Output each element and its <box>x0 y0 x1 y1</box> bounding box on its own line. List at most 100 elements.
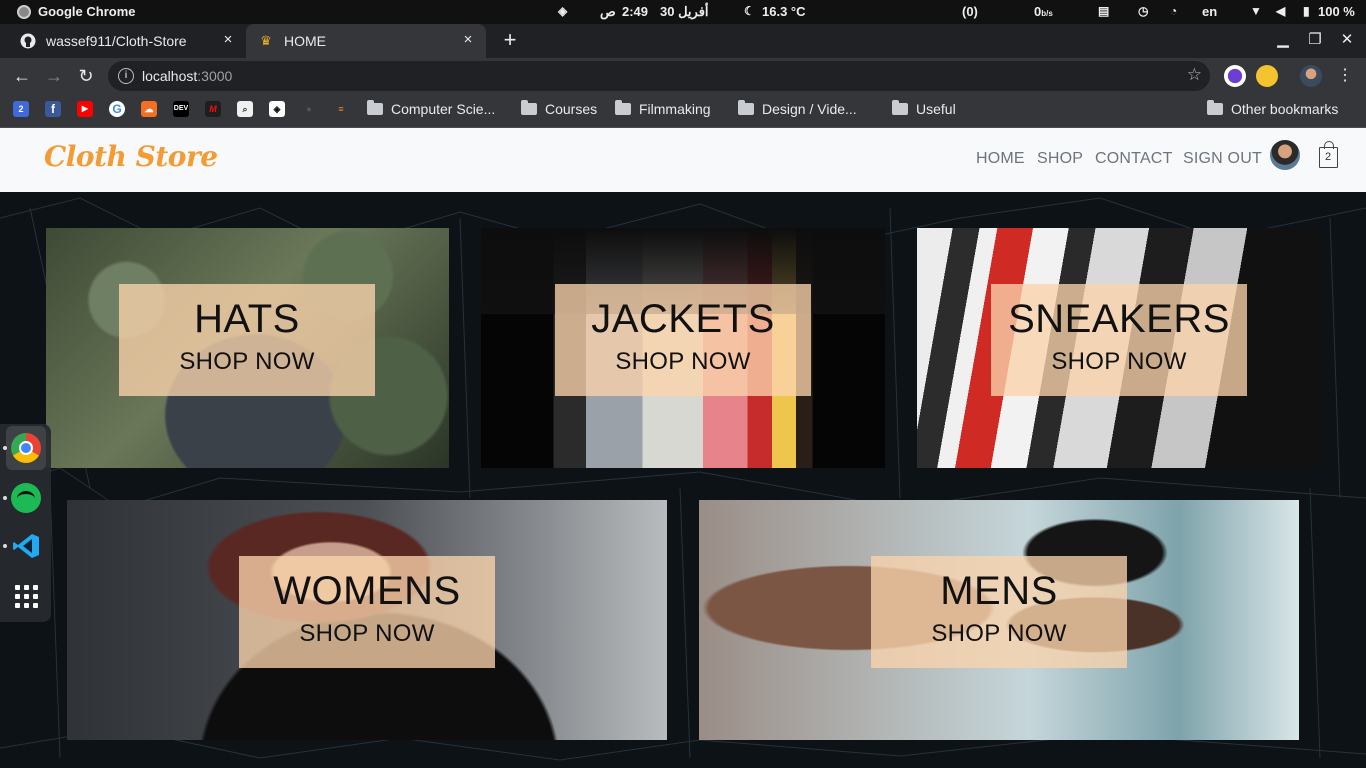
back-button[interactable]: ← <box>10 64 34 88</box>
site-info-icon[interactable]: i <box>118 68 134 84</box>
shop-now-link[interactable]: SHOP NOW <box>555 348 811 376</box>
chrome-icon <box>11 433 41 463</box>
os-top-bar: Google Chrome ◈ ص 2:49 أفريل 30 ☾ 16.3 °… <box>0 0 1366 24</box>
os-temperature[interactable]: 16.3 °C <box>762 4 806 19</box>
site-header: Cloth Store HOME SHOP CONTACT SIGN OUT 2 <box>0 128 1366 192</box>
youtube-bookmark-icon[interactable]: ▶ <box>77 101 93 117</box>
cart-bag-icon[interactable]: 2 <box>1319 141 1338 168</box>
bookmarks-bar: 2 f ▶ G ☁ DEV M ⌕ ◈ ● ≡ Computer Scie...… <box>0 94 1366 128</box>
category-label-box[interactable]: MENS SHOP NOW <box>871 556 1127 668</box>
chrome-app-icon <box>17 5 31 19</box>
dock-item-spotify[interactable] <box>3 476 46 520</box>
dev-bookmark-icon[interactable]: DEV <box>173 101 189 117</box>
codepen-bookmark-icon[interactable]: ◈ <box>269 101 285 117</box>
dock-item-chrome[interactable] <box>3 426 46 470</box>
bookmark-folder-filmmaking[interactable]: Filmmaking <box>615 100 711 117</box>
timer-icon[interactable]: ◷ <box>1138 4 1148 18</box>
dock-item-vscode[interactable] <box>3 524 46 568</box>
folder-icon <box>892 100 908 115</box>
battery-icon[interactable]: ▮ <box>1303 4 1310 18</box>
os-language[interactable]: en <box>1202 4 1217 19</box>
category-tile-jackets[interactable]: JACKETS SHOP NOW <box>481 228 885 468</box>
site-logo[interactable]: Cloth Store <box>44 140 218 173</box>
os-dock <box>0 424 51 622</box>
browser-toolbar: ← → ↻ i localhost:3000 ☆ ⋮ <box>0 58 1366 94</box>
extension-check-icon[interactable] <box>1256 65 1278 87</box>
address-url[interactable]: localhost:3000 <box>142 68 232 84</box>
os-ampm: ص <box>600 4 616 19</box>
category-label-box[interactable]: SNEAKERS SHOP NOW <box>991 284 1247 396</box>
wifi-icon[interactable]: ▼ <box>1250 4 1262 18</box>
google-bookmark-icon[interactable]: G <box>109 101 125 117</box>
github-icon <box>20 33 36 49</box>
reload-button[interactable]: ↻ <box>74 64 98 88</box>
os-date[interactable]: أفريل 30 <box>660 4 709 20</box>
restore-button[interactable]: ❐ <box>1304 30 1326 48</box>
dock-item-app-grid[interactable] <box>6 574 46 618</box>
minimize-button[interactable]: ▁ <box>1272 30 1294 48</box>
shop-now-link[interactable]: SHOP NOW <box>991 348 1247 376</box>
shop-now-link[interactable]: SHOP NOW <box>871 620 1127 648</box>
weather-icon: ☾ <box>744 4 755 18</box>
user-avatar[interactable] <box>1270 140 1300 170</box>
stackoverflow-bookmark-icon[interactable]: ≡ <box>333 101 349 117</box>
close-window-button[interactable]: ✕ <box>1336 30 1358 48</box>
os-clock[interactable]: 2:49 <box>622 4 648 19</box>
os-notifications[interactable]: (0) <box>962 4 978 19</box>
folder-icon <box>615 100 631 115</box>
search-bookmark-icon[interactable]: ⌕ <box>237 101 253 117</box>
new-tab-button[interactable]: + <box>498 28 522 52</box>
os-battery[interactable]: 100 % <box>1318 4 1355 19</box>
tab-title: HOME <box>284 33 326 49</box>
volume-icon[interactable]: ◀ <box>1276 4 1285 18</box>
os-app-name[interactable]: Google Chrome <box>38 4 136 19</box>
bookmark-star-icon[interactable]: ☆ <box>1187 65 1202 85</box>
bookmark-folder-courses[interactable]: Courses <box>521 100 597 117</box>
soundcloud-bookmark-icon[interactable]: ☁ <box>141 101 157 117</box>
nav-link-contact[interactable]: CONTACT <box>1095 150 1173 168</box>
folder-icon <box>367 100 383 115</box>
bookmark-folder-useful[interactable]: Useful <box>892 100 956 117</box>
extension-purple-icon[interactable] <box>1224 65 1246 87</box>
category-title: JACKETS <box>591 297 775 341</box>
category-tile-mens[interactable]: MENS SHOP NOW <box>699 500 1299 740</box>
page-content: Cloth Store HOME SHOP CONTACT SIGN OUT 2… <box>0 128 1366 768</box>
alarm-icon[interactable]: ◔ <box>1170 4 1177 18</box>
category-tile-hats[interactable]: HATS SHOP NOW <box>46 228 449 468</box>
address-bar[interactable]: i localhost:3000 ☆ <box>108 61 1210 91</box>
m-bookmark-icon[interactable]: M <box>205 101 221 117</box>
crown-icon: ♛ <box>260 33 272 48</box>
app-grid-icon <box>14 584 38 608</box>
category-tile-womens[interactable]: WOMENS SHOP NOW <box>67 500 667 740</box>
github-bookmark-icon[interactable]: ● <box>301 101 317 117</box>
extension-status-icon[interactable]: ◈ <box>558 4 567 18</box>
nav-link-sign-out[interactable]: SIGN OUT <box>1183 150 1262 168</box>
shop-now-link[interactable]: SHOP NOW <box>119 348 375 376</box>
facebook-bookmark-icon[interactable]: f <box>45 101 61 117</box>
tab-github[interactable]: wassef911/Cloth-Store × <box>8 24 246 58</box>
bookmark-folder-design[interactable]: Design / Vide... <box>738 100 857 117</box>
calendar-bookmark-icon[interactable]: 2 <box>13 101 29 117</box>
bookmark-folder-other[interactable]: Other bookmarks <box>1207 100 1338 117</box>
category-label-box[interactable]: JACKETS SHOP NOW <box>555 284 811 396</box>
close-tab-icon[interactable]: × <box>460 32 476 48</box>
spotify-icon <box>11 483 41 513</box>
profile-avatar[interactable] <box>1300 65 1322 87</box>
bookmark-folder-cs[interactable]: Computer Scie... <box>367 100 495 117</box>
nav-link-home[interactable]: HOME <box>976 150 1025 168</box>
forward-button[interactable]: → <box>42 64 66 88</box>
shop-now-link[interactable]: SHOP NOW <box>239 620 495 648</box>
close-tab-icon[interactable]: × <box>220 32 236 48</box>
category-label-box[interactable]: WOMENS SHOP NOW <box>239 556 495 668</box>
folder-icon <box>738 100 754 115</box>
nav-link-shop[interactable]: SHOP <box>1037 150 1083 168</box>
tab-home[interactable]: ♛ HOME × <box>246 24 486 58</box>
running-indicator <box>3 496 7 500</box>
running-indicator <box>3 544 7 548</box>
menu-kebab-icon[interactable]: ⋮ <box>1333 64 1357 88</box>
category-tile-sneakers[interactable]: SNEAKERS SHOP NOW <box>917 228 1321 468</box>
category-title: MENS <box>940 569 1058 613</box>
folder-icon <box>521 100 537 115</box>
clipboard-icon[interactable]: ▤ <box>1098 4 1109 18</box>
category-label-box[interactable]: HATS SHOP NOW <box>119 284 375 396</box>
